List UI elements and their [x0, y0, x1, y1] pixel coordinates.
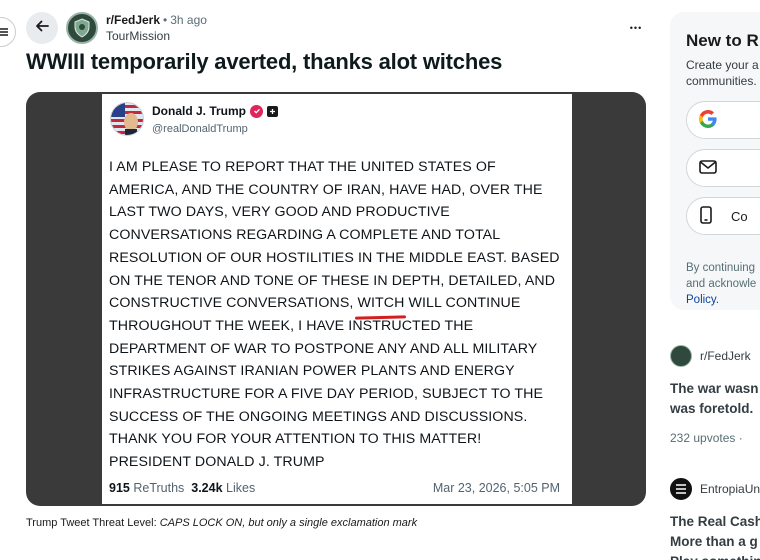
title-line: Play somethin — [670, 552, 760, 560]
subreddit-avatar[interactable] — [66, 12, 98, 44]
post-caption: Trump Tweet Threat Level: CAPS LOCK ON, … — [26, 517, 417, 529]
title-line: The Real Cash — [670, 514, 760, 529]
plus-badge-icon — [267, 105, 279, 117]
signup-subtitle-line: communities. — [686, 74, 757, 88]
entropia-logo-icon — [670, 478, 692, 500]
tweet-author-name: Donald J. Trump — [152, 104, 279, 118]
more-options-button[interactable]: ••• — [622, 16, 650, 40]
tweet-stats: 915 ReTruths 3.24k Likes — [109, 481, 255, 495]
phone-icon — [699, 205, 713, 227]
subreddit-link[interactable]: r/FedJerk — [106, 13, 160, 27]
terms-line: and acknowle — [686, 278, 757, 290]
post-time: 3h ago — [170, 13, 207, 27]
back-button[interactable] — [26, 12, 58, 44]
post-meta: r/FedJerk • 3h ago TourMission — [106, 12, 207, 44]
tweet-text-start: I AM PLEASE TO REPORT THAT THE UNITED ST… — [109, 159, 560, 312]
post-media[interactable]: Donald J. Trump @realDonaldTrump I AM PL… — [26, 92, 646, 506]
tweet-text-underlined: WITCH — [357, 292, 404, 315]
related-post[interactable]: EntropiaUn The Real Cash More than a g P… — [670, 478, 760, 560]
continue-with-email-button[interactable] — [686, 149, 760, 187]
caption-prefix: Trump Tweet Threat Level: — [26, 517, 160, 529]
retruths-count: 915 — [109, 481, 130, 495]
verified-badge-icon — [250, 104, 264, 118]
related-post-header: r/FedJerk — [670, 345, 760, 367]
tweet-author-label: Donald J. Trump — [152, 104, 247, 118]
google-icon — [699, 109, 717, 131]
related-subreddit[interactable]: EntropiaUn — [700, 482, 760, 496]
signup-card: New to R Create your a communities. Co B… — [670, 12, 760, 310]
related-post-title[interactable]: The war wasn was foretold. — [670, 379, 760, 419]
signup-subtitle-line: Create your a — [686, 58, 759, 72]
title-line: More than a g — [670, 534, 758, 549]
meta-separator: • — [163, 13, 168, 27]
caption-italic: CAPS LOCK ON, but only a single exclamat… — [159, 517, 418, 529]
arrow-left-icon — [34, 18, 50, 39]
related-post-stats: 232 upvotes · — [670, 431, 743, 445]
terms-line: By continuing — [686, 262, 756, 274]
related-post[interactable]: r/FedJerk The war wasn was foretold. 232… — [670, 345, 760, 445]
shield-icon — [74, 18, 90, 38]
subreddit-avatar — [670, 345, 692, 367]
title-line: was foretold. — [670, 401, 754, 416]
tweet-screenshot: Donald J. Trump @realDonaldTrump I AM PL… — [102, 94, 572, 504]
related-subreddit[interactable]: r/FedJerk — [700, 349, 751, 363]
tweet-body: I AM PLEASE TO REPORT THAT THE UNITED ST… — [109, 156, 561, 474]
tweet-date: Mar 23, 2026, 5:05 PM — [432, 481, 560, 495]
continue-with-google-button[interactable] — [686, 101, 760, 139]
continue-with-phone-button[interactable]: Co — [686, 197, 760, 235]
tweet-handle: @realDonaldTrump — [152, 123, 248, 135]
post-title: WWIII temporarily averted, thanks alot w… — [26, 49, 503, 74]
signup-terms: By continuing and acknowle Policy. — [686, 260, 756, 308]
tweet-avatar — [110, 102, 144, 136]
related-post-title[interactable]: The Real Cash More than a g Play somethi… — [670, 512, 760, 560]
mail-icon — [699, 159, 717, 177]
likes-label: Likes — [226, 481, 256, 495]
more-icon: ••• — [629, 23, 643, 33]
signup-subtitle: Create your a communities. — [686, 57, 759, 89]
related-post-header: EntropiaUn — [670, 478, 760, 500]
tweet-text-end: WILL CONTINUE THROUGHOUT THE WEEK, I HAV… — [109, 295, 544, 471]
title-line: The war wasn — [670, 381, 759, 396]
privacy-policy-link[interactable]: Policy. — [686, 292, 756, 308]
menu-icon — [0, 27, 9, 37]
phone-button-label: Co — [731, 208, 748, 224]
likes-count: 3.24k — [191, 481, 223, 495]
side-menu-toggle[interactable] — [0, 17, 16, 47]
retruths-label: ReTruths — [133, 481, 185, 495]
post-author[interactable]: TourMission — [106, 28, 207, 44]
signup-title: New to R — [686, 31, 759, 50]
